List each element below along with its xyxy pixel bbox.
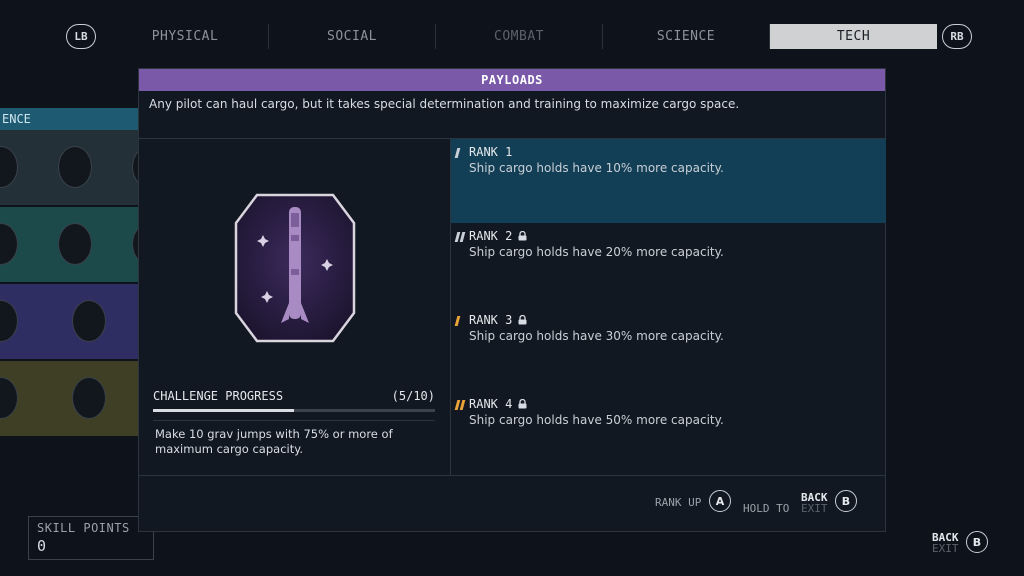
rank-mark-icon — [454, 400, 466, 410]
a-button[interactable]: A — [709, 490, 731, 512]
lock-icon — [518, 231, 527, 241]
skill-detail-modal: PAYLOADS Any pilot can haul cargo, but i… — [138, 68, 886, 532]
skill-icon[interactable] — [0, 300, 18, 342]
lb-button[interactable]: LB — [66, 24, 96, 49]
skill-title: PAYLOADS — [139, 69, 885, 91]
back-exit-control[interactable]: BACK EXIT B — [932, 530, 992, 556]
skill-icon[interactable] — [0, 223, 18, 265]
rank-description: Ship cargo holds have 50% more capacity. — [469, 413, 724, 427]
rank-up-label: RANK UP — [655, 496, 702, 509]
modal-footer: RANK UP A HOLD TO BACK EXIT B — [139, 475, 885, 532]
skill-row — [0, 207, 166, 284]
rank-title: RANK 1 — [469, 145, 513, 159]
rank-item-1[interactable]: RANK 1 Ship cargo holds have 10% more ca… — [451, 139, 886, 223]
skill-icon[interactable] — [58, 146, 92, 188]
skill-points-value: 0 — [37, 537, 47, 555]
category-tabs: PHYSICAL SOCIAL COMBAT SCIENCE TECH — [102, 24, 937, 49]
hold-to-label: HOLD TO — [743, 502, 790, 515]
skill-icon[interactable] — [58, 223, 92, 265]
rb-button[interactable]: RB — [942, 24, 972, 49]
rank-list: RANK 1 Ship cargo holds have 10% more ca… — [451, 139, 886, 475]
rank-title: RANK 2 — [469, 229, 513, 243]
rank-item-2[interactable]: RANK 2 Ship cargo holds have 20% more ca… — [451, 223, 886, 307]
skill-icon[interactable] — [72, 377, 106, 419]
background-skill-grid: ENCE — [0, 108, 166, 438]
skill-icon[interactable] — [72, 300, 106, 342]
skill-row — [0, 130, 166, 207]
skill-icon[interactable] — [0, 377, 18, 419]
challenge-count: (5/10) — [391, 389, 435, 403]
lock-icon — [518, 315, 527, 325]
rank-description: Ship cargo holds have 20% more capacity. — [469, 245, 724, 259]
skill-category-tabbar: LB PHYSICAL SOCIAL COMBAT SCIENCE TECH R… — [66, 24, 972, 49]
rank-item-4[interactable]: RANK 4 Ship cargo holds have 50% more ca… — [451, 391, 886, 475]
tab-tech[interactable]: TECH — [770, 24, 937, 49]
background-category-header: ENCE — [0, 108, 150, 130]
rank-item-3[interactable]: RANK 3 Ship cargo holds have 30% more ca… — [451, 307, 886, 391]
skill-icon[interactable] — [0, 146, 18, 188]
challenge-label: CHALLENGE PROGRESS — [153, 389, 284, 403]
exit-label: EXIT — [801, 502, 828, 515]
rank-title: RANK 3 — [469, 313, 513, 327]
tab-physical[interactable]: PHYSICAL — [102, 24, 269, 49]
rank-mark-icon — [454, 316, 461, 326]
rank-description: Ship cargo holds have 10% more capacity. — [469, 161, 724, 175]
skill-description: Any pilot can haul cargo, but it takes s… — [139, 91, 885, 139]
skill-row — [0, 361, 150, 438]
rank-mark-icon — [454, 148, 461, 158]
back-exit-labels: BACK EXIT — [801, 492, 828, 514]
challenge-progress: CHALLENGE PROGRESS (5/10) Make 10 grav j… — [153, 389, 435, 457]
back-exit-labels: BACK EXIT — [932, 532, 959, 554]
rank-mark-icon — [454, 232, 466, 242]
challenge-progress-fill — [153, 409, 294, 412]
b-button[interactable]: B — [966, 531, 988, 553]
b-button[interactable]: B — [835, 490, 857, 512]
challenge-description: Make 10 grav jumps with 75% or more of m… — [153, 420, 435, 457]
rank-title: RANK 4 — [469, 397, 513, 411]
tab-social[interactable]: SOCIAL — [269, 24, 436, 49]
rocket-badge-icon — [234, 193, 356, 343]
skill-row — [0, 284, 150, 361]
exit-label: EXIT — [932, 542, 959, 555]
skill-points-box: SKILL POINTS 0 — [28, 516, 154, 560]
tab-combat[interactable]: COMBAT — [436, 24, 603, 49]
rank-description: Ship cargo holds have 30% more capacity. — [469, 329, 724, 343]
skill-points-label: SKILL POINTS — [37, 521, 130, 535]
skill-badge-panel: CHALLENGE PROGRESS (5/10) Make 10 grav j… — [139, 139, 451, 475]
challenge-progress-bar — [153, 409, 435, 412]
tab-science[interactable]: SCIENCE — [603, 24, 770, 49]
lock-icon — [518, 399, 527, 409]
